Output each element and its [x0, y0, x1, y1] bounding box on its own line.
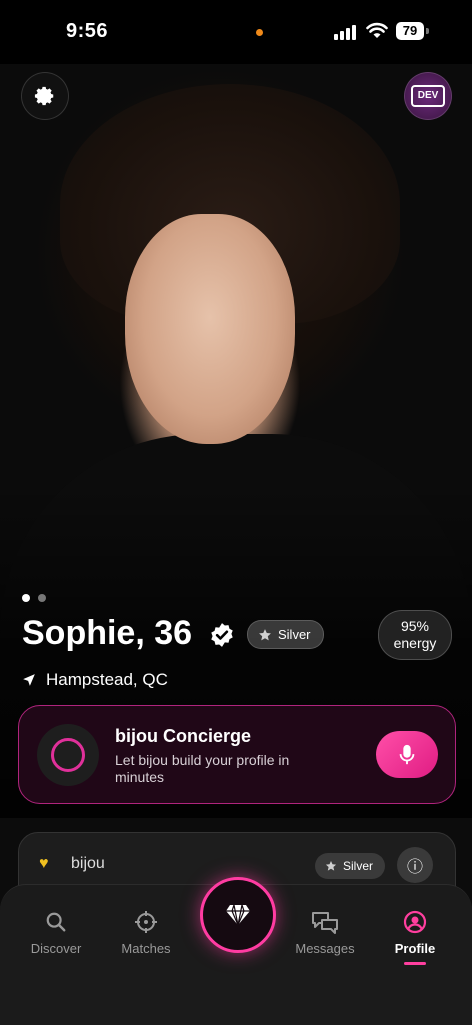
verified-badge-icon [211, 623, 233, 647]
tab-label: Matches [121, 941, 171, 956]
location-text: Hampstead, QC [46, 670, 168, 689]
info-button[interactable]: ⓘ [397, 847, 433, 883]
tab-label: Messages [295, 941, 355, 956]
tab-profile[interactable]: Profile [370, 907, 460, 965]
photo-dot-active [22, 594, 30, 602]
photo-page-indicator [22, 589, 54, 607]
photo-dot [38, 594, 46, 602]
concierge-card[interactable]: bijou Concierge Let bijou build your pro… [18, 705, 456, 804]
cellular-signal-icon [334, 24, 360, 40]
tier-badge[interactable]: Silver [247, 620, 324, 649]
privacy-indicator-dot [256, 29, 263, 36]
bottom-tab-bar: Discover Matches Messages Profile [0, 877, 472, 1025]
concierge-title: bijou Concierge [115, 726, 252, 746]
secondary-tier-label: Silver [343, 859, 374, 873]
tab-discover[interactable]: Discover [11, 907, 101, 956]
location-arrow-icon [23, 674, 35, 686]
search-icon [46, 912, 66, 932]
energy-badge[interactable]: 95% energy [378, 610, 452, 660]
active-tab-indicator [404, 962, 426, 965]
secondary-card-label: bijou [71, 855, 105, 872]
heart-icon: ♥ [39, 855, 49, 872]
microphone-icon [399, 744, 415, 764]
settings-button[interactable] [21, 72, 69, 120]
user-icon [403, 910, 427, 934]
photo-face-shape [125, 214, 295, 444]
ring-icon [51, 738, 85, 772]
center-gem-button[interactable] [200, 877, 276, 953]
secondary-tier-badge: Silver [315, 853, 386, 879]
crosshair-icon [135, 911, 157, 933]
gear-icon [34, 86, 54, 106]
dev-mode-button[interactable]: DEV [404, 72, 452, 120]
tab-label: Discover [30, 941, 82, 956]
tier-label: Silver [278, 627, 311, 642]
dev-badge-label: DEV [411, 85, 445, 107]
tab-messages[interactable]: Messages [280, 907, 370, 956]
location-row: Hampstead, QC [22, 670, 168, 690]
energy-value: 95% [400, 618, 430, 634]
status-bar: 9:56 79 [0, 0, 472, 64]
chat-bubbles-icon [312, 912, 338, 934]
wifi-icon [366, 22, 388, 38]
battery-indicator: 79 [396, 22, 424, 40]
battery-nub [426, 28, 429, 34]
tab-label: Profile [394, 941, 436, 956]
concierge-orb [37, 724, 99, 786]
concierge-subtitle: Let bijou build your profile in minutes [115, 752, 290, 785]
concierge-mic-button[interactable] [376, 731, 438, 778]
profile-name: Sophie, 36 [22, 614, 193, 652]
info-icon: ⓘ [406, 859, 423, 876]
energy-label: energy [393, 635, 437, 651]
status-time: 9:56 [66, 20, 109, 42]
star-icon [325, 861, 337, 871]
diamond-icon [226, 904, 250, 926]
star-icon [259, 628, 271, 640]
tab-matches[interactable]: Matches [101, 907, 191, 956]
